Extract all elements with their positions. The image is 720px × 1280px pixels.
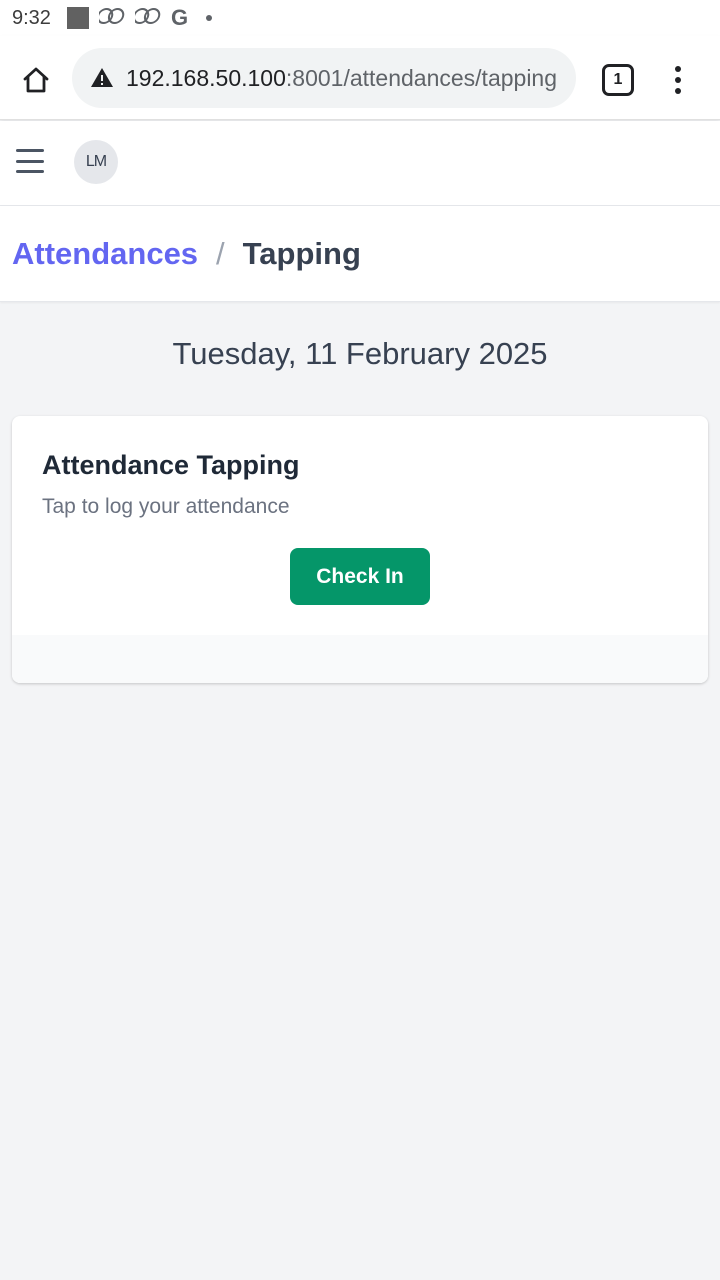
link-icon bbox=[132, 7, 161, 30]
current-date: Tuesday, 11 February 2025 bbox=[172, 336, 548, 371]
card-body: Attendance Tapping Tap to log your atten… bbox=[12, 416, 708, 635]
home-icon bbox=[23, 67, 49, 93]
home-button[interactable] bbox=[16, 60, 56, 100]
dot-icon bbox=[206, 15, 213, 21]
link-icon bbox=[96, 7, 125, 30]
card-footer bbox=[12, 635, 708, 683]
menu-dot bbox=[675, 66, 681, 72]
gallery-icon bbox=[66, 7, 89, 29]
menu-dot bbox=[675, 88, 681, 94]
not-secure-warning-icon[interactable] bbox=[90, 66, 114, 90]
google-icon: G bbox=[170, 5, 189, 30]
browser-toolbar: 192.168.50.100:8001/attendances/tapping … bbox=[0, 36, 720, 120]
tab-switcher-button[interactable]: 1 bbox=[602, 64, 634, 96]
url-host: 192.168.50.100 bbox=[126, 64, 286, 91]
status-icons: G bbox=[66, 5, 213, 31]
app-header: LM bbox=[0, 121, 720, 206]
app-logo[interactable]: LM bbox=[74, 140, 118, 184]
browser-menu-button[interactable] bbox=[664, 60, 692, 100]
card-title: Attendance Tapping bbox=[42, 450, 300, 480]
menu-dot bbox=[675, 77, 681, 83]
card-subtitle: Tap to log your attendance bbox=[42, 495, 290, 518]
status-bar: 9:32 G bbox=[0, 0, 720, 36]
address-bar[interactable]: 192.168.50.100:8001/attendances/tapping bbox=[72, 48, 576, 108]
breadcrumb: Attendances / Tapping bbox=[0, 206, 720, 302]
url-text: 192.168.50.100:8001/attendances/tapping bbox=[126, 65, 557, 92]
breadcrumb-current: Tapping bbox=[242, 235, 361, 271]
hamburger-menu-icon[interactable] bbox=[16, 149, 44, 173]
check-in-button[interactable]: Check In bbox=[290, 548, 430, 605]
attendance-card: Attendance Tapping Tap to log your atten… bbox=[12, 416, 708, 683]
breadcrumb-separator: / bbox=[216, 235, 225, 271]
status-time: 9:32 bbox=[12, 6, 51, 29]
url-path: :8001/attendances/tapping bbox=[285, 64, 558, 91]
breadcrumb-attendances-link[interactable]: Attendances bbox=[12, 236, 198, 272]
